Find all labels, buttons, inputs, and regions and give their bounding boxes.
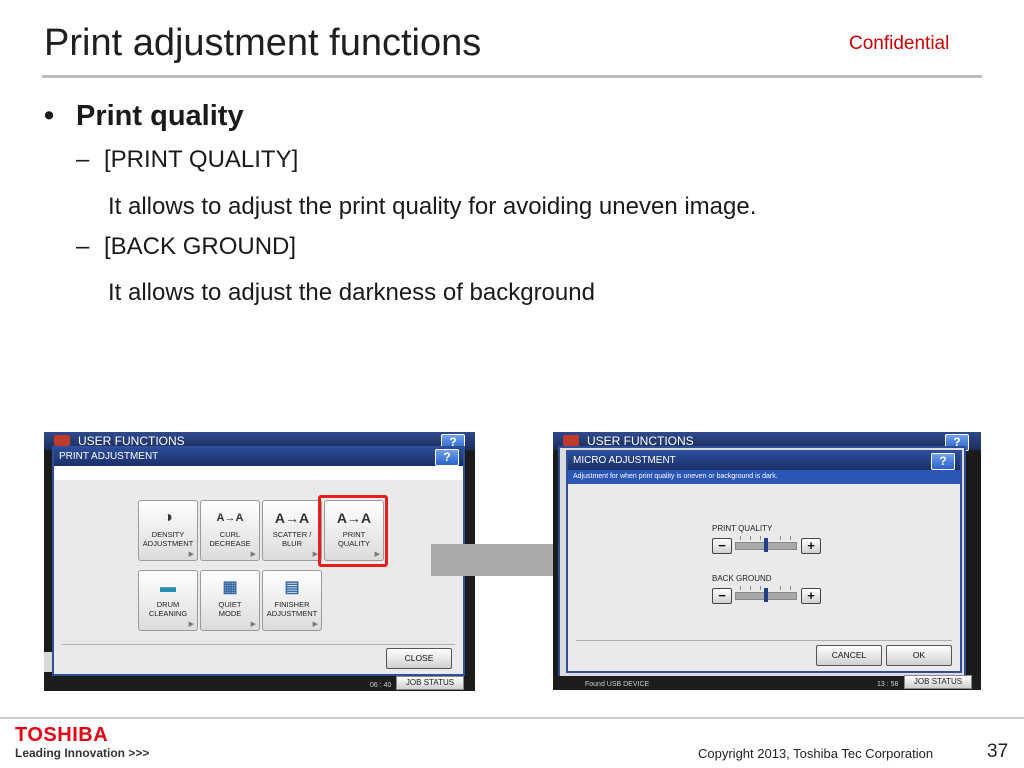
tile-arrow-icon: ▶ bbox=[312, 621, 318, 628]
button-divider bbox=[62, 644, 455, 645]
tile-arrow-icon: ▶ bbox=[250, 621, 256, 628]
tile-label: BLUR bbox=[281, 539, 302, 548]
button-divider bbox=[576, 640, 952, 641]
job-status-button[interactable]: JOB STATUS bbox=[904, 675, 972, 689]
tile-arrow-icon: ▶ bbox=[188, 621, 194, 628]
sub-item-label: [PRINT QUALITY] bbox=[104, 146, 299, 173]
sub-item-print-quality: – [PRINT QUALITY] bbox=[76, 146, 298, 174]
tagline: Leading Innovation >>> bbox=[15, 746, 150, 760]
tile-label: SCATTER / bbox=[272, 530, 312, 539]
tile-label: ADJUSTMENT bbox=[142, 539, 194, 548]
tile-arrow-icon: ▶ bbox=[188, 551, 194, 558]
tile-label: MODE bbox=[218, 609, 242, 618]
density-adjustment-tile[interactable]: ◑ DENSITY ADJUSTMENT ▶ bbox=[138, 500, 198, 561]
dash-symbol: – bbox=[76, 146, 90, 173]
window-subtitle: Adjustment for when print quality is une… bbox=[568, 470, 960, 484]
tile-label: QUIET bbox=[218, 600, 242, 609]
slider-tick bbox=[740, 536, 741, 540]
drum-cleaning-tile[interactable]: ▬ DRUM CLEANING ▶ bbox=[138, 570, 198, 631]
print-quality-minus-button[interactable]: − bbox=[712, 538, 732, 554]
print-quality-plus-button[interactable]: + bbox=[801, 538, 821, 554]
clock-display: 13 : 58 bbox=[877, 681, 899, 688]
slider-tick bbox=[750, 586, 751, 590]
main-bullet: • Print quality bbox=[44, 100, 244, 133]
quiet-mode-icon: ▦ bbox=[222, 579, 238, 596]
window-subtitle-bar bbox=[54, 466, 463, 480]
density-icon: ◑ bbox=[163, 509, 173, 526]
sub-item-label: [BACK GROUND] bbox=[104, 233, 297, 260]
back-ground-plus-button[interactable]: + bbox=[801, 588, 821, 604]
micro-adjustment-window: MICRO ADJUSTMENT ? Adjustment for when p… bbox=[566, 450, 962, 673]
curl-decrease-tile[interactable]: A→A CURL DECREASE ▶ bbox=[200, 500, 260, 561]
drum-cleaning-icon: ▬ bbox=[160, 579, 176, 596]
print-quality-slider-thumb[interactable] bbox=[764, 538, 768, 552]
slider-tick bbox=[760, 586, 761, 590]
help-button[interactable]: ? bbox=[435, 449, 459, 466]
quiet-mode-tile[interactable]: ▦ QUIET MODE ▶ bbox=[200, 570, 260, 631]
tile-label: CURL bbox=[219, 530, 241, 539]
slider-tick bbox=[740, 586, 741, 590]
micro-adjustment-screenshot: USER FUNCTIONS ? MICRO ADJUSTMENT ? Adju… bbox=[553, 432, 981, 690]
status-bar: Found USB DEVICE 13 : 58 JOB STATUS bbox=[553, 675, 981, 690]
curl-decrease-icon: A→A bbox=[216, 512, 244, 524]
tile-arrow-icon: ▶ bbox=[250, 551, 256, 558]
ok-button[interactable]: OK bbox=[886, 645, 952, 666]
copyright-text: Copyright 2013, Toshiba Tec Corporation bbox=[698, 746, 934, 761]
close-button[interactable]: CLOSE bbox=[386, 648, 452, 669]
slider-tick bbox=[790, 586, 791, 590]
status-bar: 06 : 40 JOB STATUS bbox=[44, 676, 475, 691]
slider-tick bbox=[790, 536, 791, 540]
sub-item-description: It allows to adjust the print quality fo… bbox=[108, 193, 757, 220]
help-button[interactable]: ? bbox=[931, 453, 955, 470]
print-quality-label: PRINT QUALITY bbox=[712, 524, 773, 533]
print-adjustment-window: PRINT ADJUSTMENT ? ◑ DENSITY ADJUSTMENT … bbox=[52, 446, 465, 676]
sub-item-description: It allows to adjust the darkness of back… bbox=[108, 279, 595, 306]
tile-label: DRUM bbox=[156, 600, 180, 609]
slider-tick bbox=[780, 586, 781, 590]
finisher-adjustment-tile[interactable]: ▤ FINISHER ADJUSTMENT ▶ bbox=[262, 570, 322, 631]
print-quality-slider[interactable] bbox=[735, 538, 797, 552]
tile-label: ADJUSTMENT bbox=[266, 609, 318, 618]
back-ground-label: BACK GROUND bbox=[712, 574, 772, 583]
confidential-label: Confidential bbox=[849, 33, 950, 54]
scatter-blur-tile[interactable]: A→A SCATTER / BLUR ▶ bbox=[262, 500, 322, 561]
user-functions-icon bbox=[563, 435, 579, 446]
print-quality-highlight bbox=[318, 495, 388, 567]
finisher-adjustment-icon: ▤ bbox=[284, 579, 300, 596]
slider-tick bbox=[750, 536, 751, 540]
scatter-blur-icon: A→A bbox=[274, 510, 310, 526]
slider-tick bbox=[760, 536, 761, 540]
job-status-button[interactable]: JOB STATUS bbox=[396, 676, 464, 690]
page-number: 37 bbox=[987, 741, 1009, 762]
window-title: PRINT ADJUSTMENT bbox=[54, 448, 463, 466]
tile-label: CLEANING bbox=[148, 609, 188, 618]
tile-label: DENSITY bbox=[151, 530, 185, 539]
background-panel-edge bbox=[44, 652, 52, 672]
toshiba-logo: TOSHIBA bbox=[15, 724, 109, 746]
slider-tick bbox=[780, 536, 781, 540]
back-ground-slider[interactable] bbox=[735, 588, 797, 602]
cancel-button[interactable]: CANCEL bbox=[816, 645, 882, 666]
title-divider bbox=[42, 75, 982, 78]
tile-label: FINISHER bbox=[274, 600, 310, 609]
user-functions-icon bbox=[54, 435, 70, 446]
status-message: Found USB DEVICE bbox=[585, 681, 650, 688]
print-adjustment-screenshot: USER FUNCTIONS ? PRINT ADJUSTMENT ? ◑ DE… bbox=[44, 432, 475, 691]
footer-divider bbox=[0, 717, 1024, 719]
dash-symbol: – bbox=[76, 233, 90, 260]
bullet-symbol: • bbox=[44, 100, 55, 132]
main-bullet-text: Print quality bbox=[76, 100, 244, 132]
window-title: MICRO ADJUSTMENT bbox=[568, 452, 960, 470]
sub-item-back-ground: – [BACK GROUND] bbox=[76, 233, 296, 261]
back-ground-slider-thumb[interactable] bbox=[764, 588, 768, 602]
slide-title: Print adjustment functions bbox=[44, 22, 482, 64]
back-ground-minus-button[interactable]: − bbox=[712, 588, 732, 604]
tile-label: DECREASE bbox=[209, 539, 251, 548]
clock-display: 06 : 40 bbox=[370, 682, 392, 689]
